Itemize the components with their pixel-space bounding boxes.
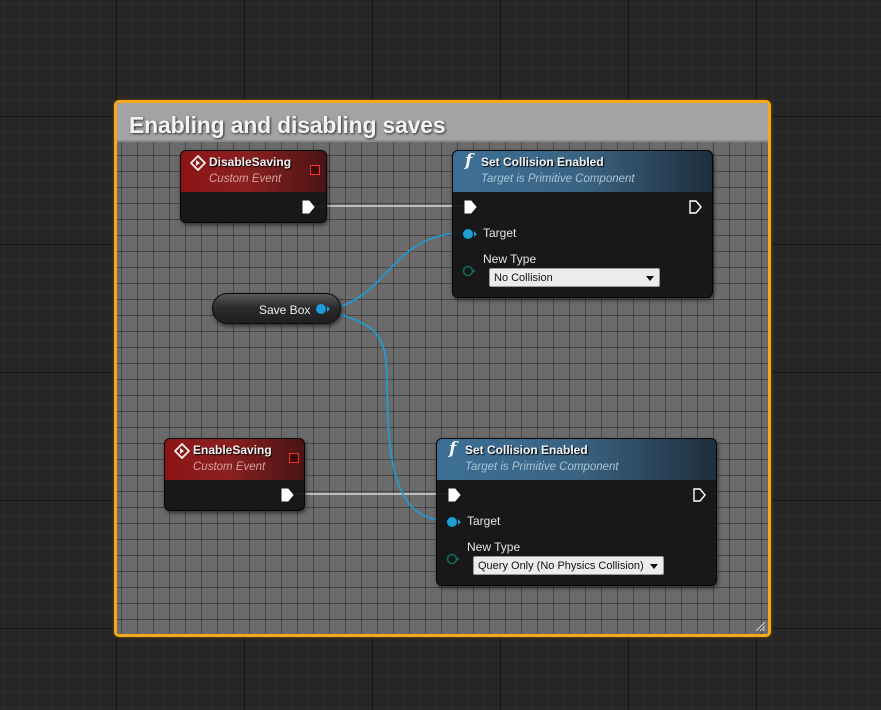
delegate-pin-icon[interactable]	[310, 165, 320, 175]
enum-pin-icon[interactable]	[462, 265, 476, 277]
custom-event-icon	[174, 443, 190, 459]
custom-event-icon	[190, 155, 206, 171]
event-node-header: EnableSaving Custom Event	[165, 439, 304, 480]
event-title: DisableSaving	[209, 155, 292, 169]
exec-in-pin-icon[interactable]	[447, 488, 461, 502]
exec-out-pin-icon[interactable]	[280, 488, 294, 502]
event-subtitle: Custom Event	[193, 461, 266, 473]
function-icon: f	[465, 151, 473, 171]
object-pin-icon[interactable]	[446, 516, 462, 528]
exec-in-pin-icon[interactable]	[463, 200, 477, 214]
event-node-disable-saving[interactable]: DisableSaving Custom Event	[180, 150, 327, 223]
event-subtitle: Custom Event	[209, 173, 282, 185]
delegate-pin-icon[interactable]	[289, 453, 299, 463]
event-node-enable-saving[interactable]: EnableSaving Custom Event	[164, 438, 305, 511]
new-type-pin-label: New Type	[483, 252, 537, 266]
function-title: Set Collision Enabled	[465, 443, 588, 457]
new-type-value: Query Only (No Physics Collision)	[478, 560, 644, 572]
exec-out-pin-icon[interactable]	[301, 200, 315, 214]
new-type-dropdown[interactable]: No Collision	[489, 268, 660, 287]
object-pin-icon[interactable]	[315, 303, 331, 315]
comment-header[interactable]: Enabling and disabling saves	[117, 103, 768, 142]
exec-out-pin-icon[interactable]	[688, 200, 702, 214]
new-type-pin-label: New Type	[467, 540, 521, 554]
event-title: EnableSaving	[193, 443, 272, 457]
resize-grip-icon[interactable]	[754, 620, 766, 632]
function-subtitle: Target is Primitive Component	[465, 461, 619, 473]
function-node-header: f Set Collision Enabled Target is Primit…	[453, 151, 712, 192]
new-type-value: No Collision	[494, 272, 553, 284]
target-pin-label: Target	[467, 514, 501, 528]
event-node-header: DisableSaving Custom Event	[181, 151, 326, 192]
target-pin-label: Target	[483, 226, 517, 240]
enum-pin-icon[interactable]	[446, 553, 460, 565]
comment-title[interactable]: Enabling and disabling saves	[117, 103, 768, 137]
function-subtitle: Target is Primitive Component	[481, 173, 635, 185]
object-pin-icon[interactable]	[462, 228, 478, 240]
function-title: Set Collision Enabled	[481, 155, 604, 169]
chevron-down-icon	[650, 564, 658, 569]
exec-out-pin-icon[interactable]	[692, 488, 706, 502]
new-type-dropdown[interactable]: Query Only (No Physics Collision)	[473, 556, 664, 575]
function-node-set-collision-top[interactable]: f Set Collision Enabled Target is Primit…	[452, 150, 713, 298]
variable-label: Save Box	[259, 303, 311, 317]
function-node-header: f Set Collision Enabled Target is Primit…	[437, 439, 716, 480]
function-node-set-collision-bottom[interactable]: f Set Collision Enabled Target is Primit…	[436, 438, 717, 586]
chevron-down-icon	[646, 276, 654, 281]
variable-node-save-box[interactable]: Save Box	[212, 293, 341, 324]
function-icon: f	[449, 439, 457, 459]
